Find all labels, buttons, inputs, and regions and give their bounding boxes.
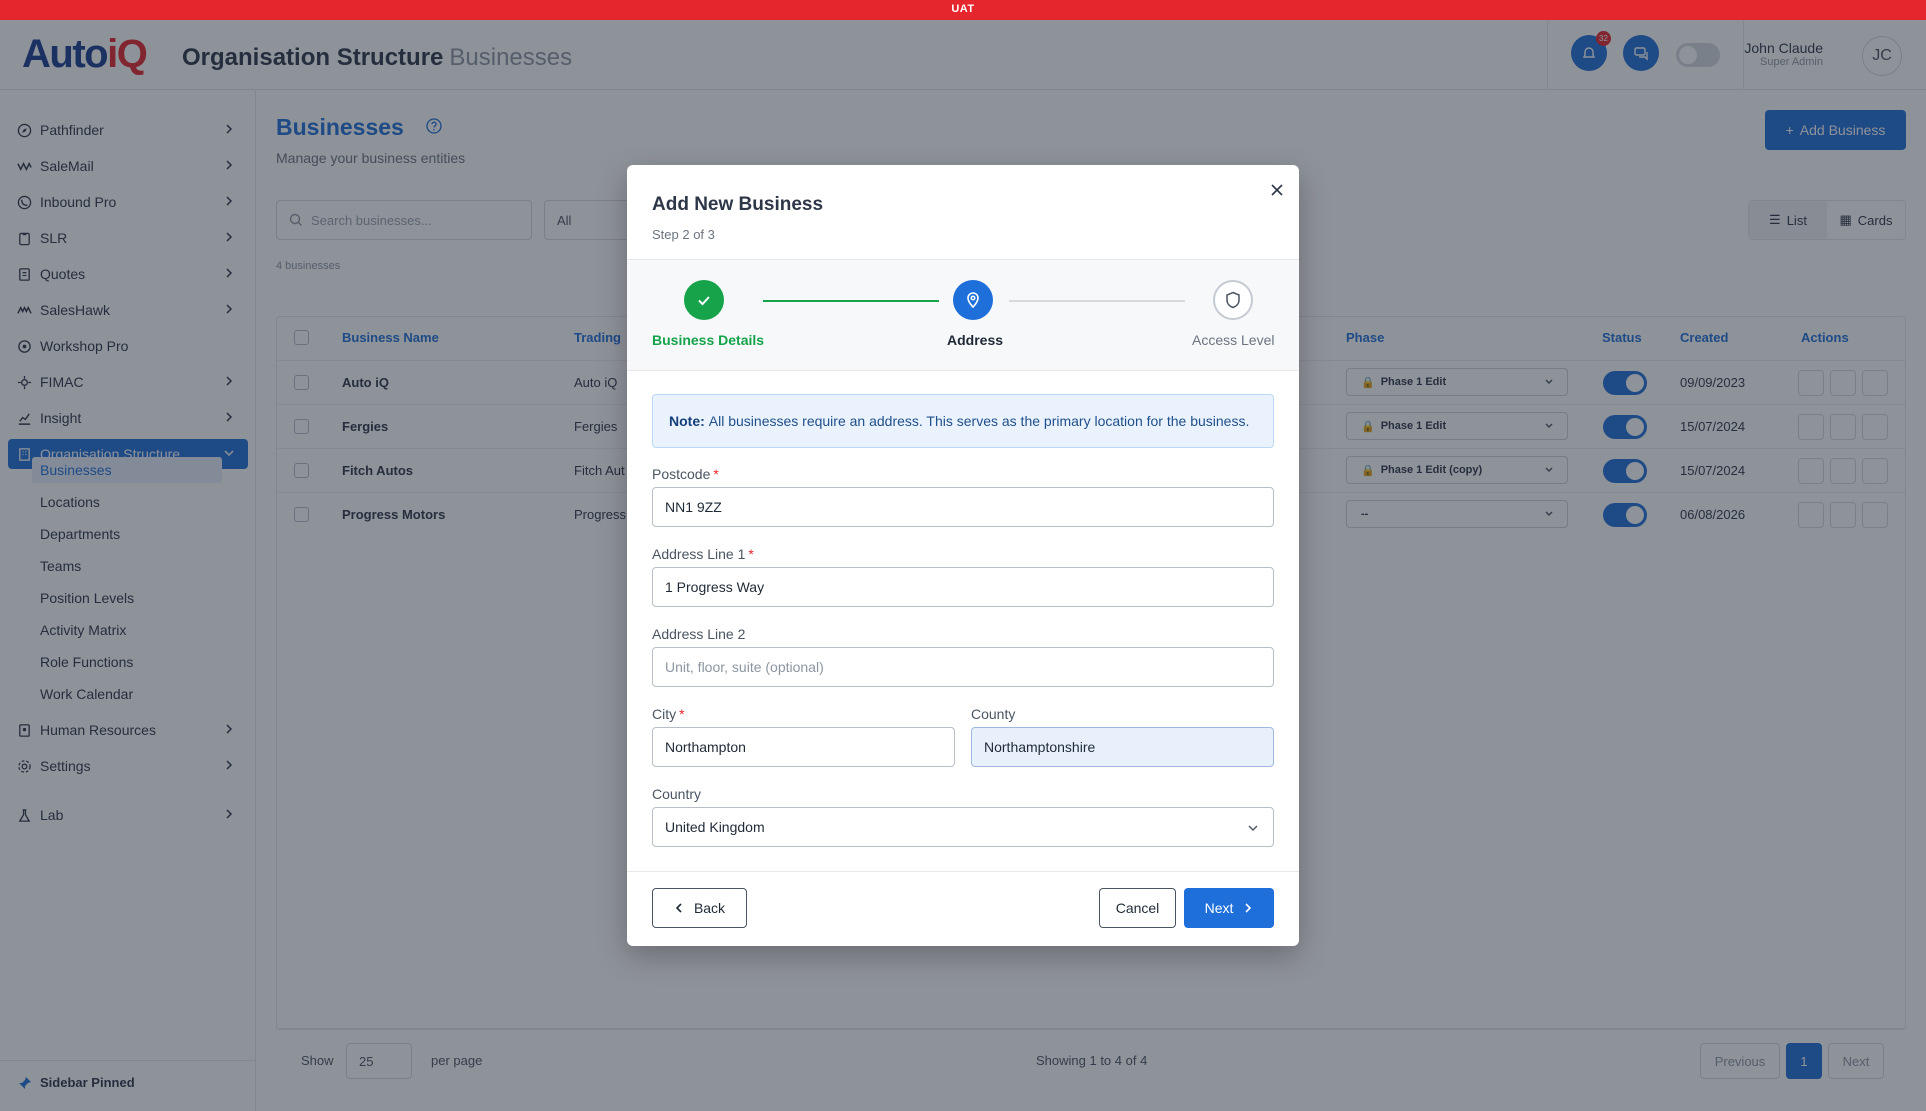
step-label-business-details: Business Details — [652, 332, 765, 348]
step-label-address: Address — [947, 332, 1004, 348]
county-label: County — [971, 706, 1016, 722]
cancel-button[interactable]: Cancel — [1099, 888, 1176, 928]
county-input[interactable]: Northamptonshire — [971, 727, 1274, 767]
step-label-access-level: Access Level — [1192, 332, 1275, 348]
back-label: Back — [693, 900, 726, 916]
required-marker: * — [713, 466, 719, 482]
address-line-2-input[interactable]: Unit, floor, suite (optional) — [652, 647, 1274, 687]
country-value: United Kingdom — [665, 819, 765, 835]
chevron-right-icon — [1245, 903, 1252, 913]
postcode-label-text: Postcode — [652, 466, 711, 482]
required-marker: * — [679, 706, 685, 722]
required-marker: * — [748, 546, 754, 562]
country-label: Country — [652, 786, 702, 802]
step-connector-pending — [1009, 300, 1185, 302]
city-input[interactable]: Northampton — [652, 727, 955, 767]
wizard-stepper: Business Details Address Access Level — [627, 260, 1299, 370]
address-line-1-label: Address Line 1 * — [652, 546, 754, 562]
step-business-details-indicator — [684, 280, 724, 320]
country-select[interactable]: United Kingdom — [652, 807, 1274, 847]
map-pin-icon — [967, 292, 979, 309]
note-text: All businesses require an address. This … — [708, 413, 1250, 429]
postcode-label: Postcode * — [652, 466, 719, 482]
step-access-level-indicator — [1213, 280, 1253, 320]
chevron-left-icon — [675, 903, 682, 913]
city-label: City * — [652, 706, 685, 722]
shield-icon — [1226, 291, 1240, 309]
next-label: Next — [1204, 900, 1234, 916]
chevron-down-icon — [1248, 825, 1258, 831]
back-button[interactable]: Back — [652, 888, 747, 928]
check-icon — [698, 296, 710, 306]
postcode-input[interactable]: NN1 9ZZ — [652, 487, 1274, 527]
info-note: Note: All businesses require an address.… — [652, 394, 1274, 448]
note-label: Note: — [669, 413, 705, 429]
environment-banner: UAT — [0, 0, 1926, 20]
modal-divider — [627, 871, 1299, 872]
address-line-2-label: Address Line 2 — [652, 626, 746, 642]
address-line-1-input[interactable]: 1 Progress Way — [652, 567, 1274, 607]
add-business-modal: Add New Business Step 2 of 3 Business De… — [627, 165, 1299, 946]
step-connector-complete — [763, 300, 939, 302]
next-button[interactable]: Next — [1184, 888, 1274, 928]
modal-divider — [627, 370, 1299, 371]
modal-step-indicator: Step 2 of 3 — [652, 227, 715, 242]
close-button[interactable] — [1267, 180, 1287, 200]
city-label-text: City — [652, 706, 677, 722]
close-icon — [1271, 184, 1283, 196]
modal-title: Add New Business — [652, 194, 824, 215]
step-address-indicator — [953, 280, 993, 320]
address-line-1-label-text: Address Line 1 — [652, 546, 746, 562]
